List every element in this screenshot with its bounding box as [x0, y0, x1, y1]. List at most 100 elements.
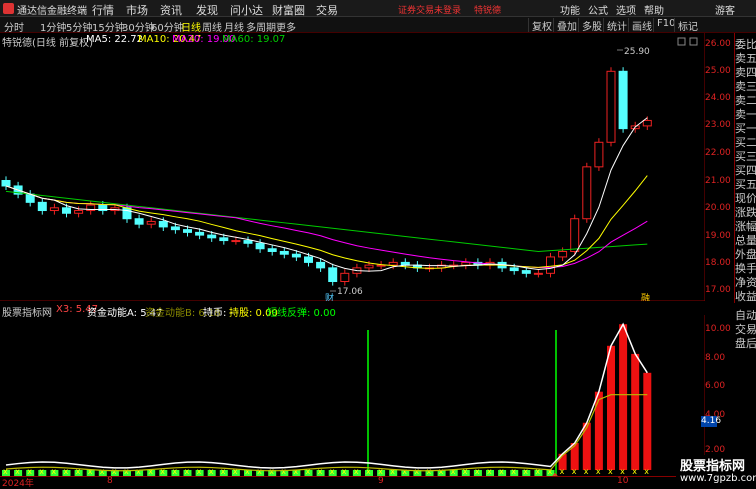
- period-30min[interactable]: 30分钟: [122, 19, 155, 34]
- zero-marker: x: [88, 467, 93, 476]
- candle: [134, 218, 144, 225]
- zero-marker: x: [330, 467, 335, 476]
- candle: [364, 264, 374, 269]
- zero-marker: x: [245, 467, 250, 476]
- candle: [219, 237, 229, 242]
- window-restore-icon[interactable]: [677, 37, 686, 46]
- indicator-bar: [619, 324, 628, 470]
- period-timeshare[interactable]: 分时: [4, 19, 24, 34]
- window-expand-icon[interactable]: [689, 37, 698, 46]
- candle: [316, 261, 326, 269]
- menu-wealth[interactable]: 财富圈: [272, 2, 305, 18]
- menu-help[interactable]: 帮助: [644, 2, 664, 17]
- watermark: 股票指标网 www.7gpzb.com: [676, 455, 756, 487]
- price-tick: 22.00: [705, 148, 731, 158]
- high-price-label: 25.90: [624, 47, 650, 57]
- zjb-line: [5, 394, 648, 472]
- zero-marker: x: [185, 467, 190, 476]
- candle: [195, 231, 205, 236]
- period-15min[interactable]: 15分钟: [92, 19, 125, 34]
- period-monthly[interactable]: 月线: [224, 19, 244, 34]
- candle: [291, 253, 301, 258]
- watermark-url: www.7gpzb.com: [680, 473, 756, 484]
- margin-marker[interactable]: 融: [641, 293, 650, 301]
- menu-options[interactable]: 选项: [616, 2, 636, 17]
- date-axis: [0, 476, 705, 487]
- zero-marker: x: [39, 467, 44, 476]
- zero-marker: x: [451, 467, 456, 476]
- candle: [1, 180, 11, 187]
- sub-side-label[interactable]: 盘后: [735, 335, 756, 351]
- candle: [279, 250, 289, 255]
- period-60min[interactable]: 60分钟: [151, 19, 184, 34]
- period-5min[interactable]: 5分钟: [66, 19, 92, 34]
- price-tick: 17.00: [705, 285, 731, 295]
- candle: [243, 240, 253, 244]
- menu-trade[interactable]: 交易: [316, 2, 338, 18]
- price-tick: 25.00: [705, 66, 731, 76]
- period-multi[interactable]: 多周期: [246, 19, 276, 34]
- zero-marker: x: [560, 467, 565, 476]
- candle: [340, 272, 350, 283]
- date-tick: 10: [617, 476, 629, 486]
- zero-marker: x: [596, 467, 601, 476]
- indicator-tick: 6.00: [705, 381, 726, 391]
- candle: [183, 229, 192, 233]
- menu-formula[interactable]: 公式: [588, 2, 608, 17]
- indicator-cursor-value: 4.16: [701, 416, 722, 427]
- fq-button[interactable]: 复权: [528, 18, 555, 33]
- draw-button[interactable]: 画线: [628, 18, 655, 33]
- price-tick: 21.00: [705, 176, 731, 186]
- guest-label[interactable]: 游客: [715, 2, 735, 17]
- zero-marker: x: [27, 467, 32, 476]
- period-daily[interactable]: 日线: [181, 19, 201, 34]
- title-bar: 通达信金融终端 行情 市场 资讯 发现 问小达 财富圈 交易 证券交易未登录 特…: [0, 0, 756, 17]
- mark-button[interactable]: 标记: [674, 18, 701, 33]
- ma60-line: [5, 190, 648, 252]
- app-title: 通达信金融终端: [17, 6, 87, 17]
- zero-marker: x: [197, 467, 202, 476]
- menu-market[interactable]: 市场: [126, 2, 148, 18]
- zero-marker: x: [306, 467, 311, 476]
- candle: [122, 207, 132, 220]
- candle: [37, 201, 47, 212]
- menu-discover[interactable]: 发现: [196, 2, 218, 18]
- period-weekly[interactable]: 周线: [202, 19, 222, 34]
- zero-marker: x: [390, 467, 395, 476]
- stats-button[interactable]: 统计: [603, 18, 630, 33]
- candle: [570, 218, 580, 252]
- zero-marker: x: [511, 467, 516, 476]
- zero-marker: x: [584, 467, 589, 476]
- candle: [74, 210, 84, 214]
- menu-quotes[interactable]: 行情: [92, 2, 114, 18]
- period-1min[interactable]: 1分钟: [40, 19, 66, 34]
- candle: [49, 207, 59, 212]
- app-logo-icon: [3, 3, 14, 14]
- date-tick: 8: [107, 476, 113, 486]
- candle: [170, 226, 180, 231]
- candlestick-chart[interactable]: 25.90 17.06 财 融: [0, 33, 705, 301]
- candle: [606, 70, 616, 143]
- zero-marker: x: [620, 467, 625, 476]
- zero-marker: x: [487, 467, 492, 476]
- quote-label: 收益: [735, 290, 756, 303]
- earnings-marker[interactable]: 财: [325, 292, 334, 301]
- multistock-button[interactable]: 多股: [578, 18, 605, 33]
- ma20-line: [5, 185, 648, 269]
- menu-function[interactable]: 功能: [560, 2, 580, 17]
- period-toolbar: 分时 1分钟 5分钟 15分钟 30分钟 60分钟 日线 周线 月线 多周期 更…: [0, 17, 756, 34]
- candle: [146, 220, 156, 225]
- watermark-title: 股票指标网: [680, 459, 746, 474]
- stock-tag: 特锐德: [474, 6, 502, 16]
- overlay-button[interactable]: 叠加: [553, 18, 580, 33]
- candle: [231, 240, 241, 243]
- menu-news[interactable]: 资讯: [160, 2, 182, 18]
- indicator-chart[interactable]: xxxxxxxxxxxxxxxxxxxxxxxxxxxxxxxxxxxxxxxx…: [0, 315, 705, 477]
- zero-marker: x: [100, 467, 105, 476]
- login-notice[interactable]: 证券交易未登录: [398, 3, 461, 16]
- zero-marker: x: [209, 467, 214, 476]
- period-more[interactable]: 更多: [276, 19, 296, 34]
- indicator-bar: [570, 443, 579, 470]
- candle: [255, 242, 265, 250]
- menu-ask[interactable]: 问小达: [230, 2, 263, 18]
